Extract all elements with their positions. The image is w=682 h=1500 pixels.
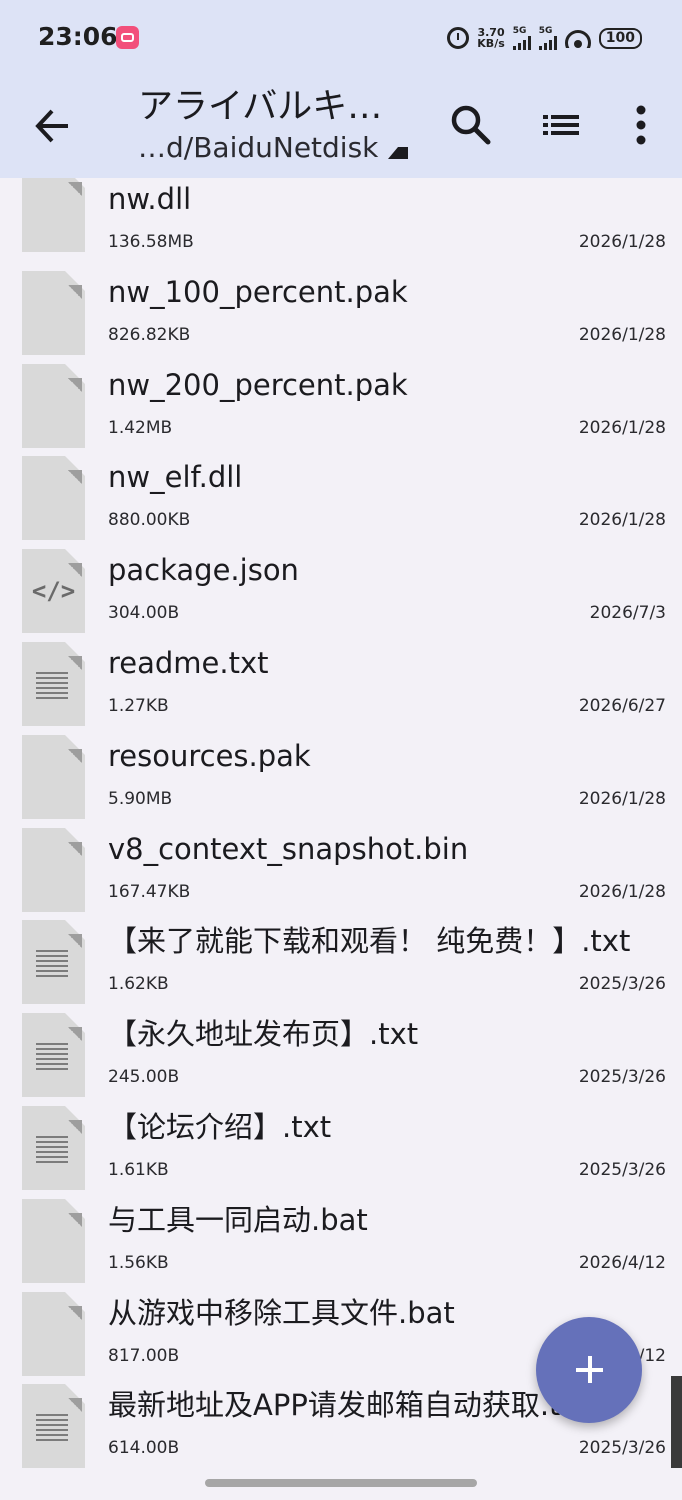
file-date: 2026/6/27	[578, 696, 666, 716]
title-block: アライバルキ… …d/BaiduNetdisk	[138, 86, 409, 166]
file-row[interactable]: 【论坛介绍】.txt 1.61KB 2025/3/26	[0, 1106, 682, 1199]
file-date: 2026/1/28	[578, 324, 666, 345]
file-date: 2026/7/3	[589, 603, 666, 624]
file-size: 1.42MB	[108, 417, 173, 438]
code-file-icon: </>	[22, 549, 85, 634]
file-row[interactable]: nw.dll 136.58MB 2026/1/28	[0, 178, 682, 271]
file-date: 2026/1/28	[578, 881, 666, 902]
file-size: 1.56KB	[108, 1252, 169, 1273]
sim2-signal-icon: 5G	[538, 25, 557, 50]
wifi-icon	[564, 28, 591, 48]
network-speed: 3.70 KB/s	[477, 27, 504, 49]
dropdown-triangle-icon	[388, 147, 409, 159]
file-size: 826.82KB	[108, 324, 191, 345]
gesture-home-bar[interactable]	[205, 1479, 477, 1487]
text-file-icon	[22, 920, 85, 1005]
file-date: 2026/1/28	[578, 417, 666, 438]
file-row[interactable]: nw_100_percent.pak 826.82KB 2026/1/28	[0, 270, 682, 364]
file-date: 2025/3/26	[578, 1067, 666, 1088]
file-row[interactable]: nw_200_percent.pak 1.42MB 2026/1/28	[0, 363, 682, 457]
file-date: 2025/3/26	[578, 1438, 666, 1459]
file-row[interactable]: 【永久地址发布页】.txt 245.00B 2025/3/26	[0, 1013, 682, 1106]
file-row[interactable]: nw_elf.dll 880.00KB 2026/1/28	[0, 456, 682, 549]
file-name: 最新地址及APP请发邮箱自动获取.txt	[108, 1388, 589, 1423]
file-row[interactable]: </> package.json 304.00B 2026/7/3	[0, 549, 682, 642]
file-size: 5.90MB	[108, 788, 173, 809]
text-file-icon	[22, 1384, 85, 1469]
file-name: nw.dll	[108, 182, 192, 216]
file-size: 817.00B	[108, 1345, 180, 1366]
text-file-icon	[22, 1106, 85, 1190]
file-list: nw.dll 136.58MB 2026/1/28 nw_100_percent.pa…	[0, 178, 682, 1500]
file-row[interactable]: 与工具一同启动.bat 1.56KB 2026/4/12	[0, 1198, 682, 1292]
network-speed-unit: KB/s	[477, 37, 505, 50]
folder-title: アライバルキ…	[138, 87, 383, 127]
file-row[interactable]: resources.pak 5.90MB 2026/1/28	[0, 734, 682, 828]
file-size: 614.00B	[108, 1438, 180, 1459]
bilibili-notification-icon	[116, 26, 139, 49]
file-date: 2026/1/28	[578, 510, 666, 531]
generic-file-icon	[22, 1198, 85, 1283]
status-bar: 23:06 3.70 KB/s 5G 5G 100	[0, 0, 682, 76]
file-name: nw_200_percent.pak	[108, 367, 408, 402]
status-icons: 3.70 KB/s 5G 5G 100	[447, 20, 642, 56]
back-arrow-icon[interactable]	[34, 106, 72, 146]
add-button[interactable]	[536, 1317, 642, 1423]
text-file-icon	[22, 1013, 85, 1098]
file-name: 从游戏中移除工具文件.bat	[108, 1295, 455, 1330]
file-row[interactable]: v8_context_snapshot.bin 167.47KB 2026/1/28	[0, 827, 682, 921]
scrollbar-thumb[interactable]	[671, 1376, 682, 1468]
file-date: 2025/3/26	[578, 974, 666, 995]
file-date: 2026/4/12	[578, 1252, 666, 1273]
file-name: resources.pak	[108, 738, 311, 773]
file-name: 与工具一同启动.bat	[108, 1202, 368, 1237]
path-dropdown[interactable]: …d/BaiduNetdisk	[138, 130, 409, 166]
file-name: v8_context_snapshot.bin	[108, 831, 469, 866]
file-name: nw_100_percent.pak	[108, 274, 408, 309]
file-date: 2026/1/28	[578, 788, 666, 809]
battery-icon: 100	[598, 27, 642, 49]
generic-file-icon	[22, 270, 85, 355]
generic-file-icon	[22, 1291, 85, 1376]
generic-file-icon	[22, 363, 85, 448]
status-time: 23:06	[38, 22, 118, 51]
plus-icon-vertical	[588, 1356, 592, 1383]
list-view-icon[interactable]	[538, 102, 584, 148]
file-size: 136.58MB	[108, 232, 194, 252]
file-row[interactable]: readme.txt 1.27KB 2026/6/27	[0, 642, 682, 735]
generic-file-icon	[22, 734, 85, 819]
generic-file-icon	[22, 827, 85, 912]
file-name: nw_elf.dll	[108, 460, 243, 495]
sim1-network-type: 5G	[512, 25, 527, 36]
file-name: readme.txt	[108, 646, 269, 680]
file-date: 2025/3/26	[578, 1160, 666, 1180]
generic-file-icon	[22, 178, 85, 252]
file-size: 1.27KB	[108, 696, 169, 716]
file-size: 167.47KB	[108, 881, 191, 902]
file-size: 1.61KB	[108, 1160, 169, 1180]
file-row[interactable]: 【来了就能下载和观看！ 纯免费！】.txt 1.62KB 2025/3/26	[0, 920, 682, 1013]
generic-file-icon	[22, 456, 85, 541]
file-size: 1.62KB	[108, 974, 169, 995]
file-size: 880.00KB	[108, 510, 191, 531]
sim2-network-type: 5G	[538, 25, 553, 36]
search-icon[interactable]	[448, 102, 494, 148]
file-size: 245.00B	[108, 1067, 180, 1088]
app-bar: アライバルキ… …d/BaiduNetdisk	[0, 76, 682, 178]
file-name: 【来了就能下载和观看！ 纯免费！】.txt	[108, 924, 631, 959]
file-name: 【论坛介绍】.txt	[108, 1110, 332, 1144]
file-name: 【永久地址发布页】.txt	[108, 1017, 419, 1052]
file-name: package.json	[108, 553, 299, 588]
file-size: 304.00B	[108, 603, 180, 624]
sim1-signal-icon: 5G	[512, 25, 531, 50]
more-options-icon[interactable]	[618, 102, 664, 148]
file-date: 2026/1/28	[578, 232, 666, 252]
text-file-icon	[22, 642, 85, 726]
alarm-icon	[447, 27, 470, 49]
current-path: …d/BaiduNetdisk	[138, 131, 379, 164]
